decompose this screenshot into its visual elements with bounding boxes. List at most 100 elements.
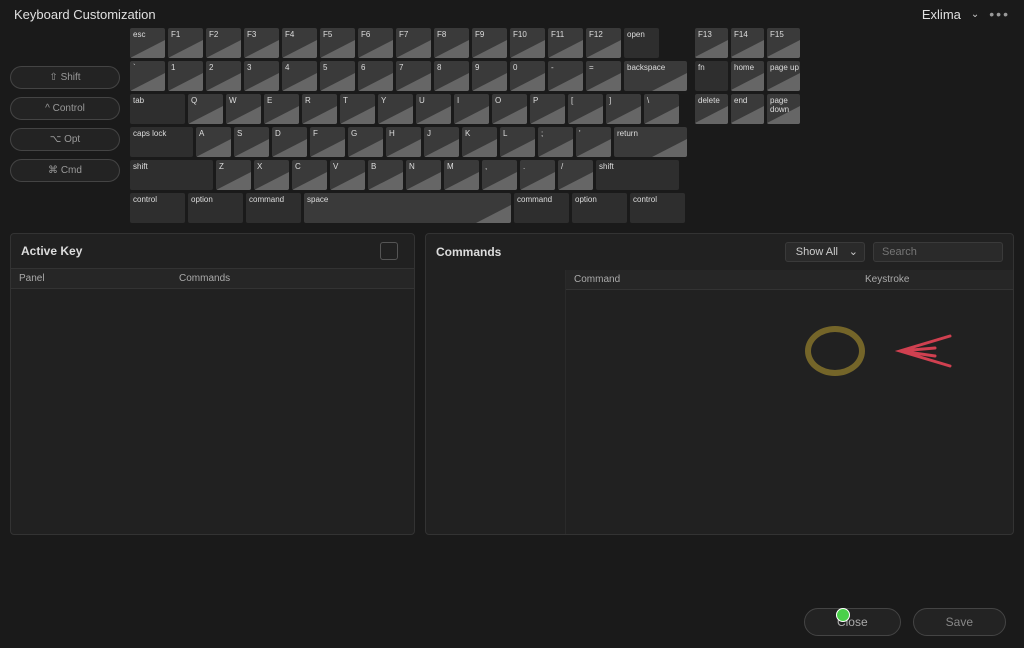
key-k[interactable]: K1 xyxy=(462,127,497,157)
key-f1[interactable]: F11 xyxy=(168,28,203,58)
key-tab[interactable]: tab xyxy=(130,94,185,124)
key-f5[interactable]: F5 xyxy=(320,28,355,58)
close-button[interactable]: Close xyxy=(804,608,901,636)
key-8[interactable]: 82 xyxy=(434,61,469,91)
key-s[interactable]: S1 xyxy=(234,127,269,157)
key-a[interactable]: A2 xyxy=(196,127,231,157)
shift-modifier-button[interactable]: ⇧ Shift xyxy=(10,66,120,89)
key-end[interactable]: end xyxy=(731,94,764,124)
key-f3[interactable]: F3 xyxy=(244,28,279,58)
key-control[interactable]: control xyxy=(630,193,685,223)
active-key-checkbox[interactable] xyxy=(380,242,398,260)
key-0[interactable]: 02 xyxy=(510,61,545,91)
search-input[interactable] xyxy=(873,242,1003,262)
key-g[interactable]: G1 xyxy=(348,127,383,157)
key-page-down[interactable]: page down xyxy=(767,94,800,124)
command-list[interactable]: Command Keystroke xyxy=(566,270,1013,534)
key-u[interactable]: U1 xyxy=(416,94,451,124)
key-command[interactable]: command xyxy=(514,193,569,223)
active-key-list[interactable] xyxy=(11,289,414,534)
cmd-modifier-button[interactable]: ⌘ Cmd xyxy=(10,159,120,182)
key-home[interactable]: home xyxy=(731,61,764,91)
key-7[interactable]: 72 xyxy=(396,61,431,91)
key-f[interactable]: F1 xyxy=(310,127,345,157)
key-option[interactable]: option xyxy=(188,193,243,223)
key-command[interactable]: command xyxy=(246,193,301,223)
command-tree[interactable] xyxy=(426,270,566,534)
key-f8[interactable]: F8 xyxy=(434,28,469,58)
key-w[interactable]: W1 xyxy=(226,94,261,124)
key-][interactable]: ]1 xyxy=(606,94,641,124)
active-key-title: Active Key xyxy=(21,244,82,258)
key-c[interactable]: C1 xyxy=(292,160,327,190)
key-f4[interactable]: F4 xyxy=(282,28,317,58)
key-delete[interactable]: delete xyxy=(695,94,728,124)
key-shift[interactable]: shift xyxy=(596,160,679,190)
save-button[interactable]: Save xyxy=(913,608,1006,636)
key-backspace[interactable]: backspace1 xyxy=(624,61,687,91)
key-2[interactable]: 22 xyxy=(206,61,241,91)
key-9[interactable]: 92 xyxy=(472,61,507,91)
key-r[interactable]: R1 xyxy=(302,94,337,124)
key-o[interactable]: O1 xyxy=(492,94,527,124)
key-q[interactable]: Q1 xyxy=(188,94,223,124)
show-all-dropdown[interactable]: Show All xyxy=(785,242,865,262)
key-open[interactable]: open xyxy=(624,28,659,58)
opt-modifier-button[interactable]: ⌥ Opt xyxy=(10,128,120,151)
key-\[interactable]: \1 xyxy=(644,94,679,124)
key-f10[interactable]: F10 xyxy=(510,28,545,58)
key-f7[interactable]: F7 xyxy=(396,28,431,58)
key-return[interactable]: return1 xyxy=(614,127,687,157)
key-l[interactable]: L1 xyxy=(500,127,535,157)
key-fn[interactable]: fn xyxy=(695,61,728,91)
key-4[interactable]: 42 xyxy=(282,61,317,91)
key-6[interactable]: 62 xyxy=(358,61,393,91)
key-f9[interactable]: F9 xyxy=(472,28,507,58)
key-v[interactable]: V1 xyxy=(330,160,365,190)
key-p[interactable]: P1 xyxy=(530,94,565,124)
key-x[interactable]: X1 xyxy=(254,160,289,190)
key-t[interactable]: T1 xyxy=(340,94,375,124)
key-f12[interactable]: F12 xyxy=(586,28,621,58)
key-option[interactable]: option xyxy=(572,193,627,223)
key-f2[interactable]: F2 xyxy=(206,28,241,58)
preset-name[interactable]: Exlima xyxy=(922,7,961,22)
key-y[interactable]: Y1 xyxy=(378,94,413,124)
key-d[interactable]: D1 xyxy=(272,127,307,157)
key-5[interactable]: 52 xyxy=(320,61,355,91)
key-e[interactable]: E1 xyxy=(264,94,299,124)
key-caps-lock[interactable]: caps lock xyxy=(130,127,193,157)
key-f15[interactable]: F15 xyxy=(767,28,800,58)
key-m[interactable]: M1 xyxy=(444,160,479,190)
keyboard-layout: esc1F11F2F3F4F5F6F7F8F9F10F11F12open`112… xyxy=(130,28,1014,223)
key-page-up[interactable]: page up xyxy=(767,61,800,91)
key-f13[interactable]: F13 xyxy=(695,28,728,58)
key-3[interactable]: 33 xyxy=(244,61,279,91)
key-space[interactable]: space2 xyxy=(304,193,511,223)
key-.[interactable]: .1 xyxy=(520,160,555,190)
key-f6[interactable]: F6 xyxy=(358,28,393,58)
key-esc[interactable]: esc1 xyxy=(130,28,165,58)
chevron-down-icon[interactable]: ⌄ xyxy=(971,9,979,20)
key-1[interactable]: 12 xyxy=(168,61,203,91)
more-icon[interactable]: ••• xyxy=(989,6,1010,22)
key-h[interactable]: H1 xyxy=(386,127,421,157)
key--[interactable]: -2 xyxy=(548,61,583,91)
key-[[interactable]: [1 xyxy=(568,94,603,124)
key-/[interactable]: /1 xyxy=(558,160,593,190)
key-f11[interactable]: F11 xyxy=(548,28,583,58)
key-,[interactable]: ,1 xyxy=(482,160,517,190)
key-;[interactable]: ;1 xyxy=(538,127,573,157)
key-control[interactable]: control xyxy=(130,193,185,223)
key-`[interactable]: `1 xyxy=(130,61,165,91)
key-z[interactable]: Z1 xyxy=(216,160,251,190)
key-f14[interactable]: F14 xyxy=(731,28,764,58)
control-modifier-button[interactable]: ^ Control xyxy=(10,97,120,120)
key-shift[interactable]: shift xyxy=(130,160,213,190)
key-=[interactable]: =2 xyxy=(586,61,621,91)
key-'[interactable]: '1 xyxy=(576,127,611,157)
key-n[interactable]: N1 xyxy=(406,160,441,190)
key-i[interactable]: I1 xyxy=(454,94,489,124)
key-b[interactable]: B1 xyxy=(368,160,403,190)
key-j[interactable]: J1 xyxy=(424,127,459,157)
